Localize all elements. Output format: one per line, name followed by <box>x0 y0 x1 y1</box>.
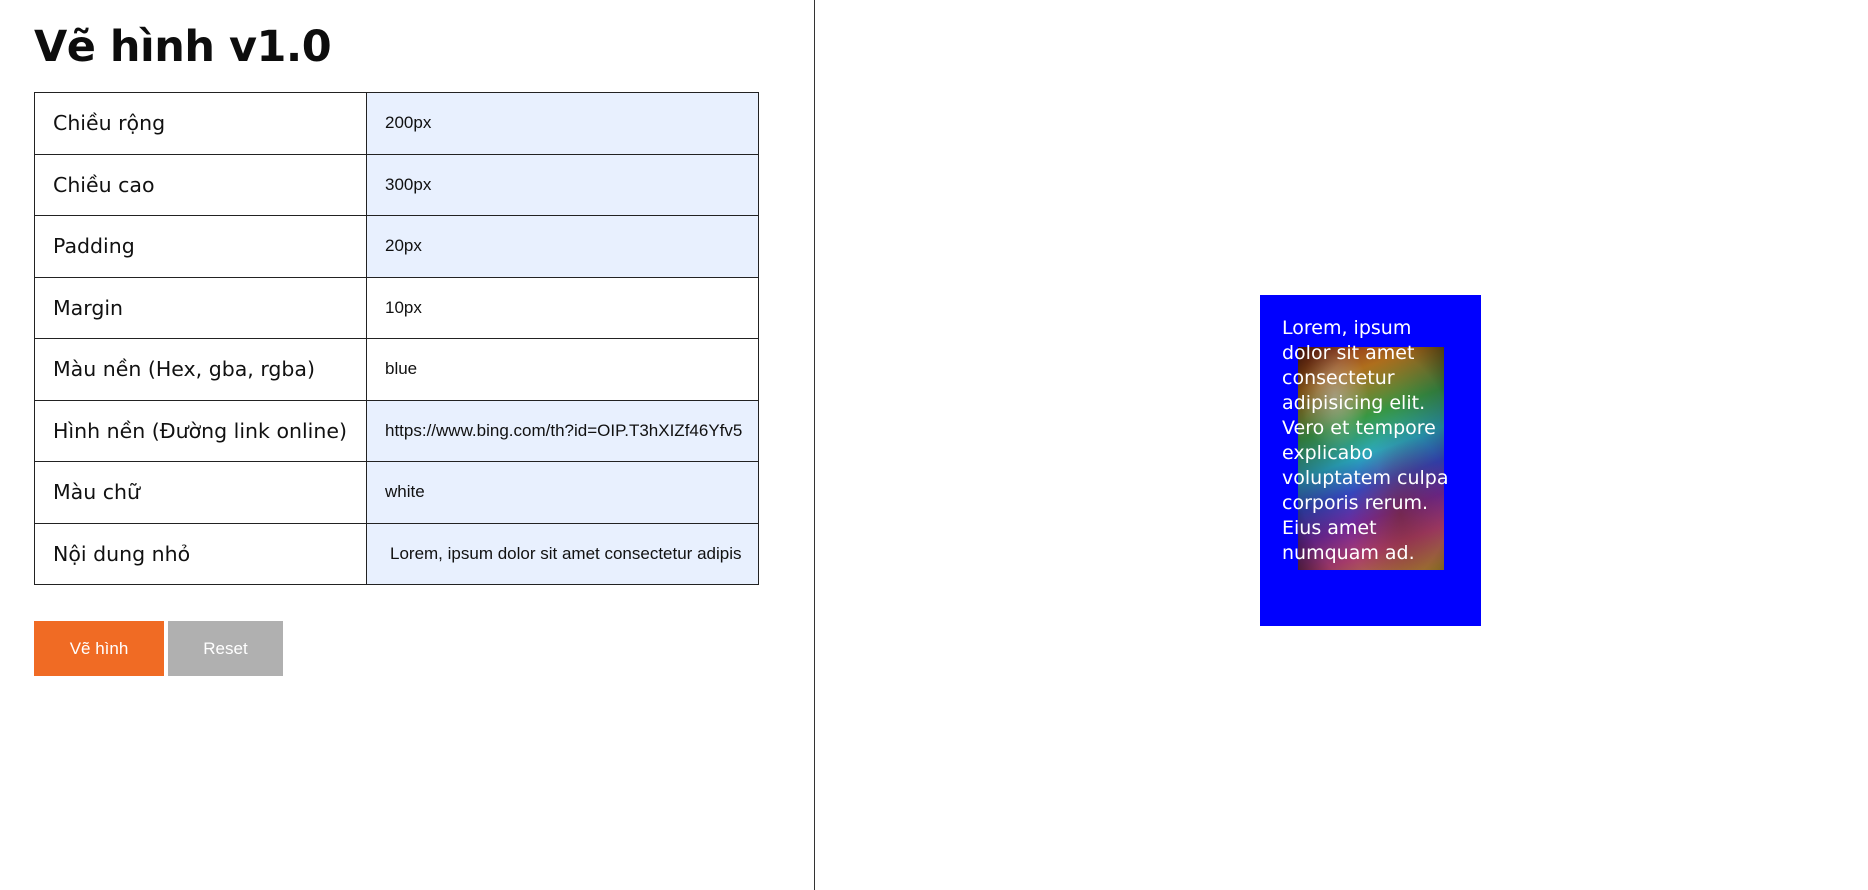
content-input[interactable] <box>367 523 758 584</box>
draw-button[interactable]: Vẽ hình <box>34 621 164 676</box>
background-image-label: Hình nền (Đường link online) <box>34 399 367 462</box>
background-image-input[interactable] <box>367 400 758 461</box>
padding-input[interactable] <box>367 216 758 277</box>
app-root: Vẽ hình v1.0 Chiều rộng Chiều cao Paddin… <box>0 0 1868 890</box>
height-input[interactable] <box>367 154 758 215</box>
width-label: Chiều rộng <box>34 92 367 155</box>
content-label: Nội dung nhỏ <box>34 522 367 585</box>
row-margin: Margin <box>34 276 759 339</box>
settings-table: Chiều rộng Chiều cao Padding Margin <box>34 92 759 585</box>
margin-input[interactable] <box>367 277 758 338</box>
form-panel: Vẽ hình v1.0 Chiều rộng Chiều cao Paddin… <box>0 0 815 890</box>
drawn-shape: Lorem, ipsum dolor sit amet consectetur … <box>1260 295 1481 626</box>
background-color-input[interactable] <box>367 339 758 400</box>
height-label: Chiều cao <box>34 153 367 216</box>
row-height: Chiều cao <box>34 153 759 216</box>
shape-text: Lorem, ipsum dolor sit amet consectetur … <box>1282 317 1449 564</box>
preview-panel: Lorem, ipsum dolor sit amet consectetur … <box>816 0 1868 890</box>
text-color-label: Màu chữ <box>34 461 367 524</box>
row-background-image: Hình nền (Đường link online) <box>34 399 759 462</box>
margin-label: Margin <box>34 276 367 339</box>
padding-label: Padding <box>34 215 367 278</box>
page-title: Vẽ hình v1.0 <box>34 22 332 72</box>
row-text-color: Màu chữ <box>34 461 759 524</box>
background-color-label: Màu nền (Hex, gba, rgba) <box>34 338 367 401</box>
row-content: Nội dung nhỏ <box>34 522 759 585</box>
text-color-input[interactable] <box>367 462 758 523</box>
row-width: Chiều rộng <box>34 92 759 155</box>
row-padding: Padding <box>34 215 759 278</box>
row-background-color: Màu nền (Hex, gba, rgba) <box>34 338 759 401</box>
width-input[interactable] <box>367 93 758 154</box>
reset-button[interactable]: Reset <box>168 621 283 676</box>
